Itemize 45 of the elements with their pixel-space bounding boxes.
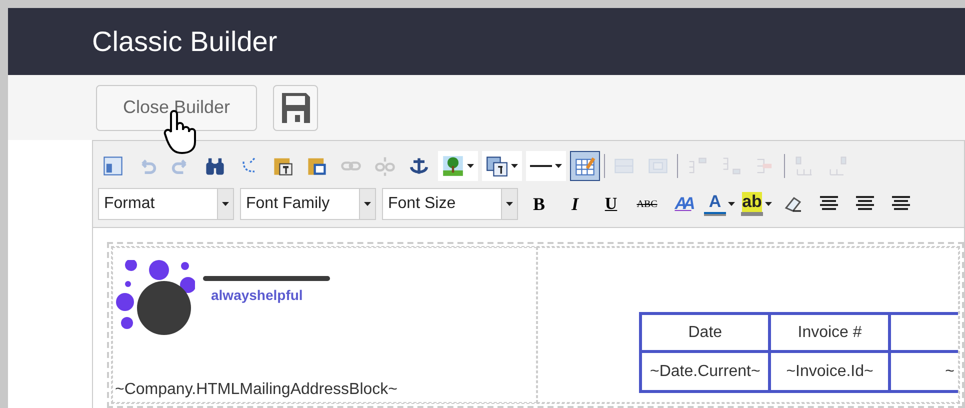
caret-icon — [506, 202, 513, 206]
bold-button[interactable]: B — [524, 189, 554, 219]
horizontal-line-icon — [530, 165, 552, 167]
align-icon — [892, 196, 910, 212]
caret-icon — [467, 164, 474, 168]
underline-button[interactable]: U — [596, 189, 626, 219]
font-color-button[interactable]: A — [704, 189, 735, 219]
highlight-letters: ab — [742, 192, 762, 212]
caret-icon — [364, 202, 371, 206]
unlink-icon — [374, 155, 396, 177]
table-cell: ~Date.Current~ — [640, 352, 770, 392]
eraser-icon — [783, 194, 803, 214]
select-label: Font Family — [245, 194, 331, 214]
table-edit-icon — [574, 155, 596, 177]
dropdown-select[interactable]: Font Family — [240, 188, 376, 220]
address-text: ~Company.HTMLMailingAddressBlock~ — [115, 380, 398, 400]
caret-icon — [765, 202, 772, 206]
select-label: Font Size — [387, 194, 457, 214]
caret-icon — [728, 202, 735, 206]
window-title: Classic Builder — [92, 28, 278, 56]
dropdown-select[interactable]: Font Size — [382, 188, 518, 220]
highlight-button[interactable]: ab — [741, 189, 772, 219]
styles-button[interactable]: AA — [668, 189, 698, 219]
strikethrough-button[interactable]: ABC — [632, 189, 662, 219]
dropdown-select[interactable]: Format — [98, 188, 234, 220]
align-icon — [856, 196, 874, 212]
table-header-cell: Date — [640, 314, 770, 352]
toolbar-button[interactable] — [482, 151, 522, 181]
toolbar-button[interactable] — [570, 151, 600, 181]
align-icon — [820, 196, 838, 212]
toolbar-button[interactable] — [438, 151, 478, 181]
caret-icon — [222, 202, 229, 206]
save-button[interactable] — [273, 84, 318, 130]
italic-button[interactable]: I — [560, 189, 590, 219]
layout-icon — [102, 155, 124, 177]
tree-icon — [442, 155, 464, 177]
close-builder-button[interactable]: Close Builder — [96, 84, 257, 130]
toolbar-button[interactable] — [526, 151, 566, 181]
table-cell: ~Invoice.Id~ — [770, 352, 890, 392]
logo-text: alwayshelpful — [210, 286, 304, 305]
caret-icon — [555, 164, 562, 168]
caret-icon — [511, 164, 518, 168]
letter-a: A — [708, 192, 722, 212]
table-header-cell: Invoice # — [770, 314, 890, 352]
select-label: Format — [103, 194, 156, 214]
